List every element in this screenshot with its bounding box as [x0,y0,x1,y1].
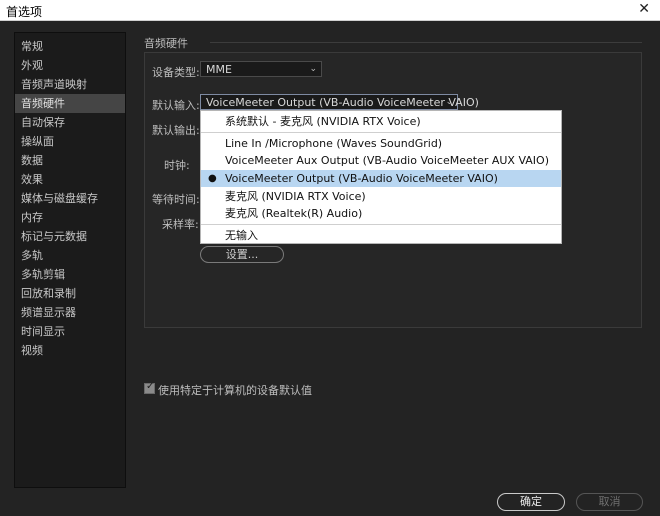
ok-button[interactable]: 确定 [497,493,565,511]
dropdown-item-selected[interactable]: ● VoiceMeeter Output (VB-Audio VoiceMeet… [201,170,561,187]
sidebar-item-data[interactable]: 数据 [15,151,125,170]
input-device-dropdown: 系统默认 - 麦克风 (NVIDIA RTX Voice) Line In /M… [200,110,562,244]
sidebar-item-markers-metadata[interactable]: 标记与元数据 [15,227,125,246]
window-title: 首选项 [6,5,43,19]
cancel-button[interactable]: 取消 [576,493,643,511]
sidebar-item-effects[interactable]: 效果 [15,170,125,189]
sidebar-item-control-surface[interactable]: 操纵面 [15,132,125,151]
dropdown-item[interactable]: 无输入 [201,227,561,244]
category-list: 常规 外观 音频声道映射 音频硬件 自动保存 操纵面 数据 效果 媒体与磁盘缓存… [14,32,126,488]
default-input-label: 默认输入: [152,99,200,112]
clock-label: 时钟: [164,159,190,172]
chevron-down-icon: ⌄ [309,64,317,74]
sidebar-item-video[interactable]: 视频 [15,341,125,360]
settings-button[interactable]: 设置... [200,246,284,263]
dropdown-item[interactable]: VoiceMeeter Aux Output (VB-Audio VoiceMe… [201,152,561,169]
sidebar-item-media-cache[interactable]: 媒体与磁盘缓存 [15,189,125,208]
sidebar-item-playback-recording[interactable]: 回放和录制 [15,284,125,303]
sidebar-item-multitrack-clips[interactable]: 多轨剪辑 [15,265,125,284]
dropdown-item[interactable]: 系统默认 - 麦克风 (NVIDIA RTX Voice) [201,113,561,130]
sidebar-item-time-display[interactable]: 时间显示 [15,322,125,341]
sidebar-item-auto-save[interactable]: 自动保存 [15,113,125,132]
sidebar-item-spectral-display[interactable]: 频谱显示器 [15,303,125,322]
close-icon[interactable]: ✕ [638,1,650,17]
dropdown-item-label: VoiceMeeter Output (VB-Audio VoiceMeeter… [225,172,498,185]
latency-label: 等待时间: [152,193,200,206]
selected-bullet-icon: ● [208,173,217,184]
sidebar-item-memory[interactable]: 内存 [15,208,125,227]
machine-specific-defaults-label: 使用特定于计算机的设备默认值 [158,384,312,397]
sidebar-item-audio-hardware[interactable]: 音频硬件 [15,94,125,113]
device-type-value: MME [206,63,232,76]
default-input-select[interactable]: VoiceMeeter Output (VB-Audio VoiceMeeter… [200,94,479,110]
sidebar-item-multitrack[interactable]: 多轨 [15,246,125,265]
default-input-value: VoiceMeeter Output (VB-Audio VoiceMeeter… [206,96,479,109]
sidebar-item-appearance[interactable]: 外观 [15,56,125,75]
dropdown-item[interactable]: 麦克风 (NVIDIA RTX Voice) [201,188,561,205]
device-type-label: 设备类型: [152,66,200,79]
checkmark-icon: ✓ [146,381,155,392]
chevron-down-icon: ⌄ [445,97,453,107]
dropdown-item[interactable]: Line In /Microphone (Waves SoundGrid) [201,135,561,152]
default-output-label: 默认输出: [152,124,200,137]
section-title: 音频硬件 [144,37,188,50]
dropdown-item[interactable]: 麦克风 (Realtek(R) Audio) [201,205,561,222]
dropdown-separator [201,132,561,133]
section-divider [210,42,642,43]
sample-rate-label: 采样率: [162,218,199,231]
title-bar: 首选项 ✕ [0,0,660,21]
dropdown-separator [201,224,561,225]
sidebar-item-audio-channel-mapping[interactable]: 音频声道映射 [15,75,125,94]
machine-specific-defaults-checkbox[interactable]: ✓ [144,381,155,394]
device-type-select[interactable]: MME ⌄ [200,61,322,77]
sidebar-item-general[interactable]: 常规 [15,37,125,56]
